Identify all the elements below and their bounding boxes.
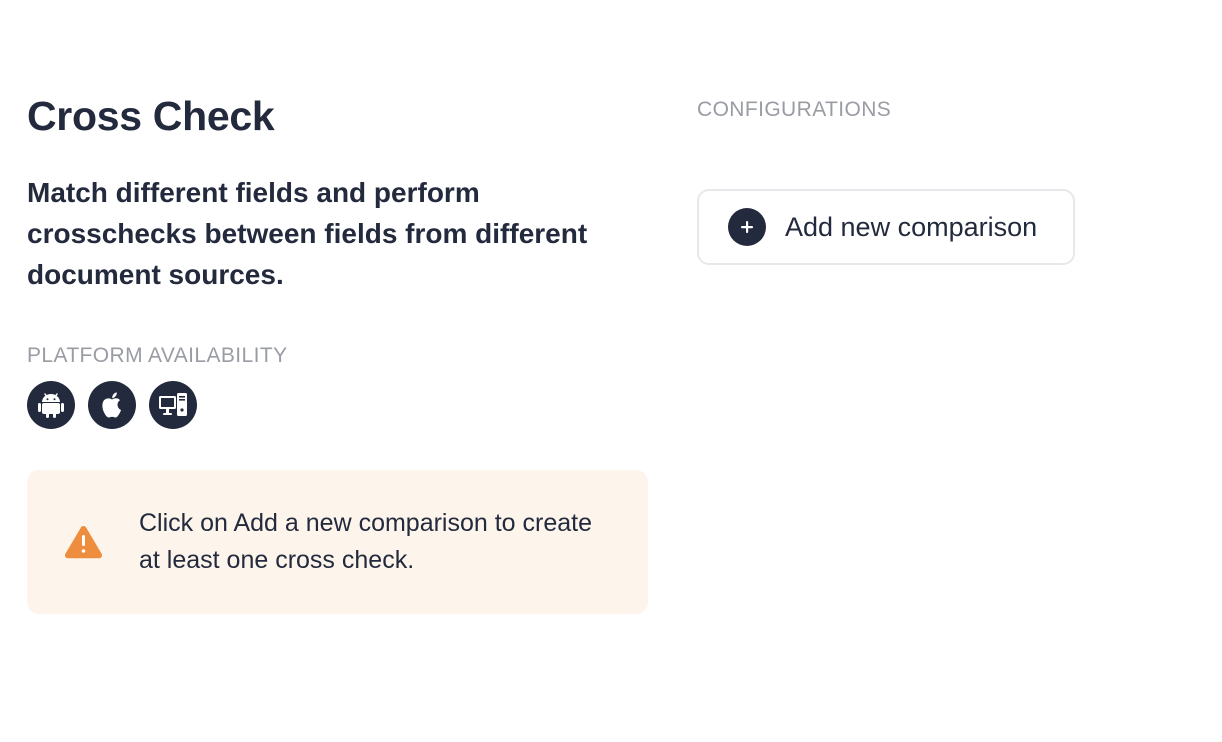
configurations-label: CONFIGURATIONS	[697, 98, 892, 121]
page-title: Cross Check	[27, 93, 275, 139]
configurations-panel: CONFIGURATIONS Add new comparison	[697, 97, 1075, 265]
android-icon	[27, 381, 75, 429]
apple-icon	[88, 381, 136, 429]
plus-circle-icon	[728, 208, 766, 246]
warning-message: Click on Add a new comparison to create …	[139, 509, 593, 574]
cross-check-page: Cross Check Match different fields and p…	[0, 0, 1222, 742]
platform-icons	[27, 381, 649, 429]
add-new-comparison-button[interactable]: Add new comparison	[697, 189, 1075, 265]
warning-icon	[64, 524, 103, 560]
info-panel: Cross Check Match different fields and p…	[27, 90, 649, 614]
warning-callout: Click on Add a new comparison to create …	[27, 470, 648, 614]
platform-availability-label: PLATFORM AVAILABILITY	[27, 344, 288, 367]
desktop-web-icon	[149, 381, 197, 429]
page-description: Match different fields and perform cross…	[27, 177, 588, 290]
add-new-comparison-label: Add new comparison	[785, 211, 1038, 242]
